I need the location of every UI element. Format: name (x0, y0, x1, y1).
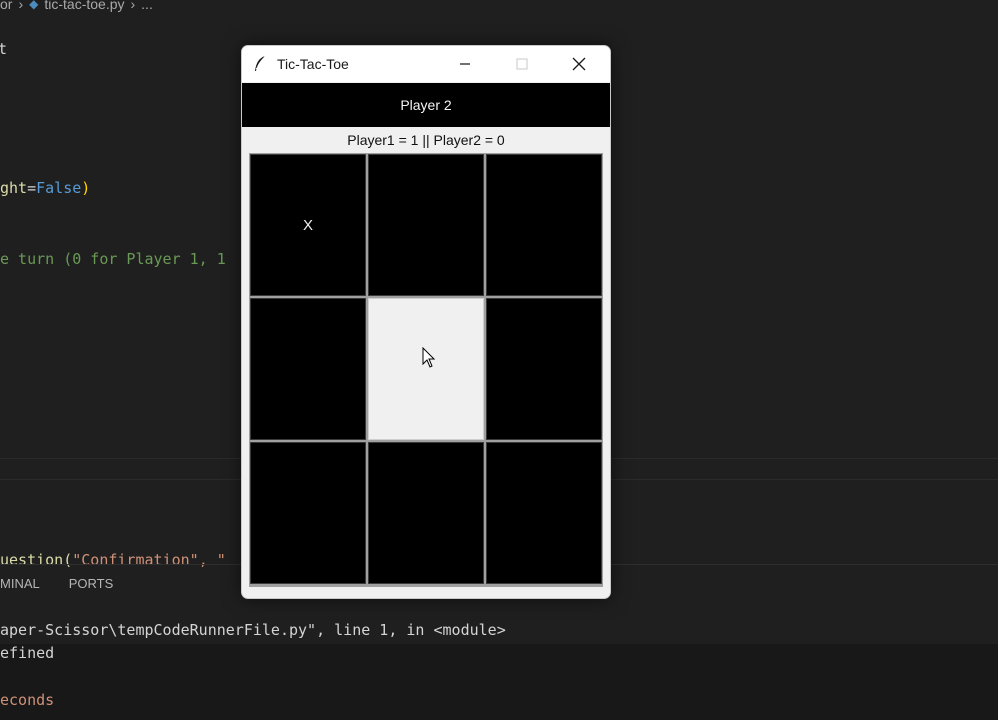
maximize-button[interactable] (499, 46, 545, 82)
board-cell-1[interactable]: X (250, 154, 366, 296)
breadcrumb-more[interactable]: ... (141, 0, 153, 12)
terminal-line: aper-Scissor\tempCodeRunnerFile.py", lin… (0, 621, 506, 639)
minimize-button[interactable] (442, 46, 488, 82)
chevron-right-icon: › (18, 0, 24, 12)
code-line: e turn (0 for Player 1, 1 (0, 250, 226, 268)
game-board: X (249, 153, 603, 587)
terminal-line: efined (0, 644, 55, 662)
code-token: False (36, 179, 82, 197)
board-cell-4[interactable] (250, 298, 366, 440)
title-bar[interactable]: Tic-Tac-Toe (242, 46, 610, 82)
terminal-line: econds (0, 691, 55, 709)
code-token: ght (0, 179, 28, 197)
board-cell-5[interactable] (368, 298, 484, 440)
minimize-icon (460, 63, 470, 65)
code-line: ght=False) (0, 179, 90, 197)
board-cell-3[interactable] (486, 154, 602, 296)
breadcrumb[interactable]: or › ◆ tic-tac-toe.py › ... (0, 0, 153, 13)
tab-ports[interactable]: PORTS (69, 576, 114, 591)
tk-feather-icon (255, 55, 266, 71)
board-cell-7[interactable] (250, 442, 366, 584)
code-token: = (27, 179, 37, 197)
code-token: ) (81, 179, 91, 197)
chevron-right-icon: › (130, 0, 136, 12)
breadcrumb-file[interactable]: tic-tac-toe.py (44, 0, 124, 12)
panel-tabs: MINAL PORTS (0, 576, 113, 591)
code-token: e turn (0 for Player 1, 1 (0, 250, 226, 268)
close-icon (572, 57, 586, 71)
turn-label: Player 2 (242, 83, 610, 127)
tic-tac-toe-window: Tic-Tac-Toe Player 2 Player1 = 1 || Play… (241, 45, 611, 599)
mouse-cursor-icon (422, 347, 436, 368)
breadcrumb-folder[interactable]: or (0, 0, 12, 12)
code-fragment: t (0, 40, 8, 58)
board-cell-6[interactable] (486, 298, 602, 440)
score-label: Player1 = 1 || Player2 = 0 (347, 132, 505, 148)
close-button[interactable] (556, 46, 602, 82)
window-title: Tic-Tac-Toe (277, 56, 349, 72)
maximize-icon (516, 58, 528, 70)
python-file-icon: ◆ (29, 0, 39, 11)
board-cell-9[interactable] (486, 442, 602, 584)
board-cell-2[interactable] (368, 154, 484, 296)
tab-terminal[interactable]: MINAL (0, 576, 40, 591)
terminal[interactable] (0, 644, 998, 720)
board-cell-8[interactable] (368, 442, 484, 584)
